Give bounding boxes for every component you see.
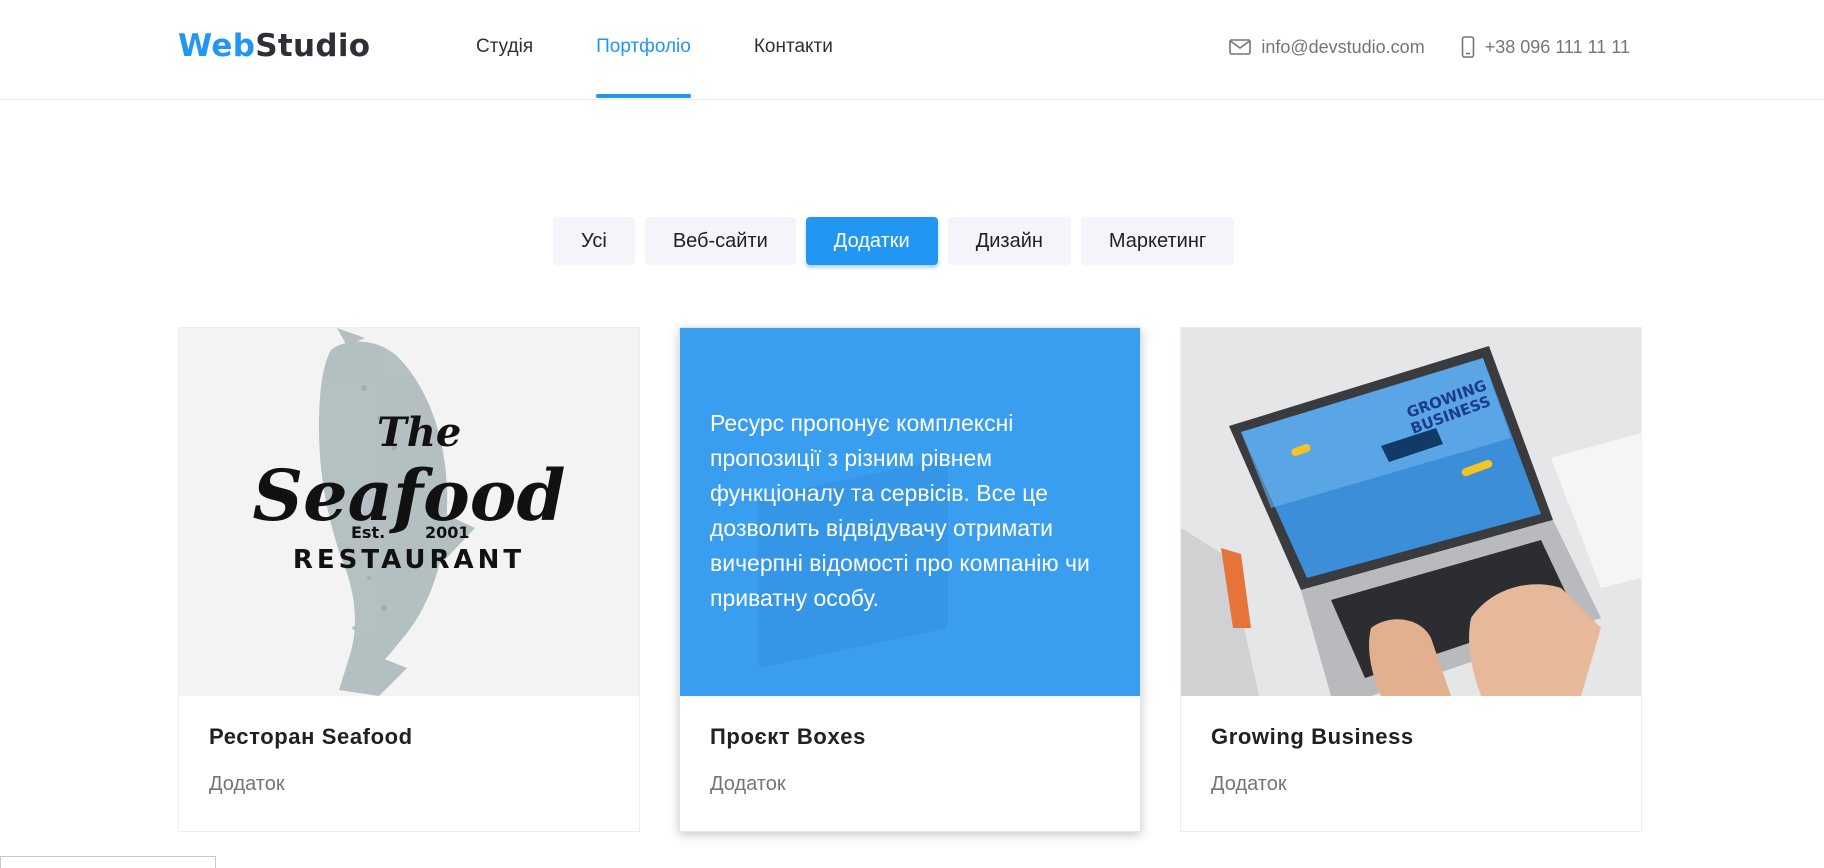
email-text: info@devstudio.com <box>1261 36 1425 57</box>
card-category: Додаток <box>1211 773 1287 795</box>
logo-text-est: Est. <box>351 523 385 542</box>
seafood-logo-image: The Seafood Est. 2001 RESTAURANT <box>179 328 639 696</box>
filter-all-button[interactable]: Усі <box>553 217 635 265</box>
nav-item-portfolio[interactable]: Портфоліо <box>596 0 691 100</box>
nav-item-contacts[interactable]: Контакти <box>754 0 833 100</box>
card-thumbnail: GROWING BUSINESS <box>1181 328 1641 696</box>
logo-text-sub: RESTAURANT <box>293 545 525 575</box>
card-title: Проєкт Boxes <box>710 724 866 749</box>
phone-link[interactable]: +38 096 111 11 11 <box>1461 36 1630 58</box>
logo-part-web: Web <box>178 28 256 64</box>
card-overlay: Ресурс пропонує комплексні пропозиції з … <box>680 328 1140 696</box>
card-body: Ресторан Seafood Додаток <box>179 696 639 796</box>
portfolio-card[interactable]: Ресурс пропонує комплексні пропозиції з … <box>679 327 1141 832</box>
portfolio-grid: The Seafood Est. 2001 RESTAURANT Рестора… <box>178 327 1681 832</box>
portfolio-card[interactable]: The Seafood Est. 2001 RESTAURANT Рестора… <box>178 327 640 832</box>
filter-design-button[interactable]: Дизайн <box>947 217 1071 265</box>
card-category: Додаток <box>710 773 786 795</box>
filter-apps-button[interactable]: Додатки <box>805 217 938 265</box>
bottom-panel-tab <box>0 856 216 868</box>
portfolio-card[interactable]: GROWING BUSINESS Growing Business Додато… <box>1180 327 1642 832</box>
nav-item-studio[interactable]: Студія <box>476 0 533 100</box>
card-title: Growing Business <box>1211 724 1414 749</box>
main-nav: Студія Портфоліо Контакти <box>476 0 896 100</box>
card-body: Growing Business Додаток <box>1181 696 1641 796</box>
phone-icon <box>1461 36 1474 58</box>
card-overlay-text: Ресурс пропонує комплексні пропозиції з … <box>710 410 1090 611</box>
header-contacts: info@devstudio.com +38 096 111 11 11 <box>1229 0 1630 100</box>
phone-text: +38 096 111 11 11 <box>1484 36 1630 57</box>
card-body: Проєкт Boxes Додаток <box>680 696 1140 796</box>
logo-text-year: 2001 <box>425 523 470 542</box>
portfolio-filters: Усі Веб-сайти Додатки Дизайн Маркетинг <box>553 217 1244 265</box>
card-thumbnail: Ресурс пропонує комплексні пропозиції з … <box>680 328 1140 696</box>
filter-marketing-button[interactable]: Маркетинг <box>1080 217 1235 265</box>
logo-text-the: The <box>377 409 461 456</box>
site-header: WebStudio Студія Портфоліо Контакти info… <box>0 0 1824 100</box>
card-title: Ресторан Seafood <box>209 724 413 749</box>
card-category: Додаток <box>209 773 285 795</box>
card-thumbnail: The Seafood Est. 2001 RESTAURANT <box>179 328 639 696</box>
logo[interactable]: WebStudio <box>178 28 370 64</box>
mail-icon <box>1229 39 1252 55</box>
logo-text-name: Seafood <box>253 454 566 537</box>
email-link[interactable]: info@devstudio.com <box>1229 36 1425 58</box>
filter-websites-button[interactable]: Веб-сайти <box>644 217 796 265</box>
laptop-photo-image: GROWING BUSINESS <box>1181 328 1641 696</box>
logo-part-studio: Studio <box>255 28 371 64</box>
